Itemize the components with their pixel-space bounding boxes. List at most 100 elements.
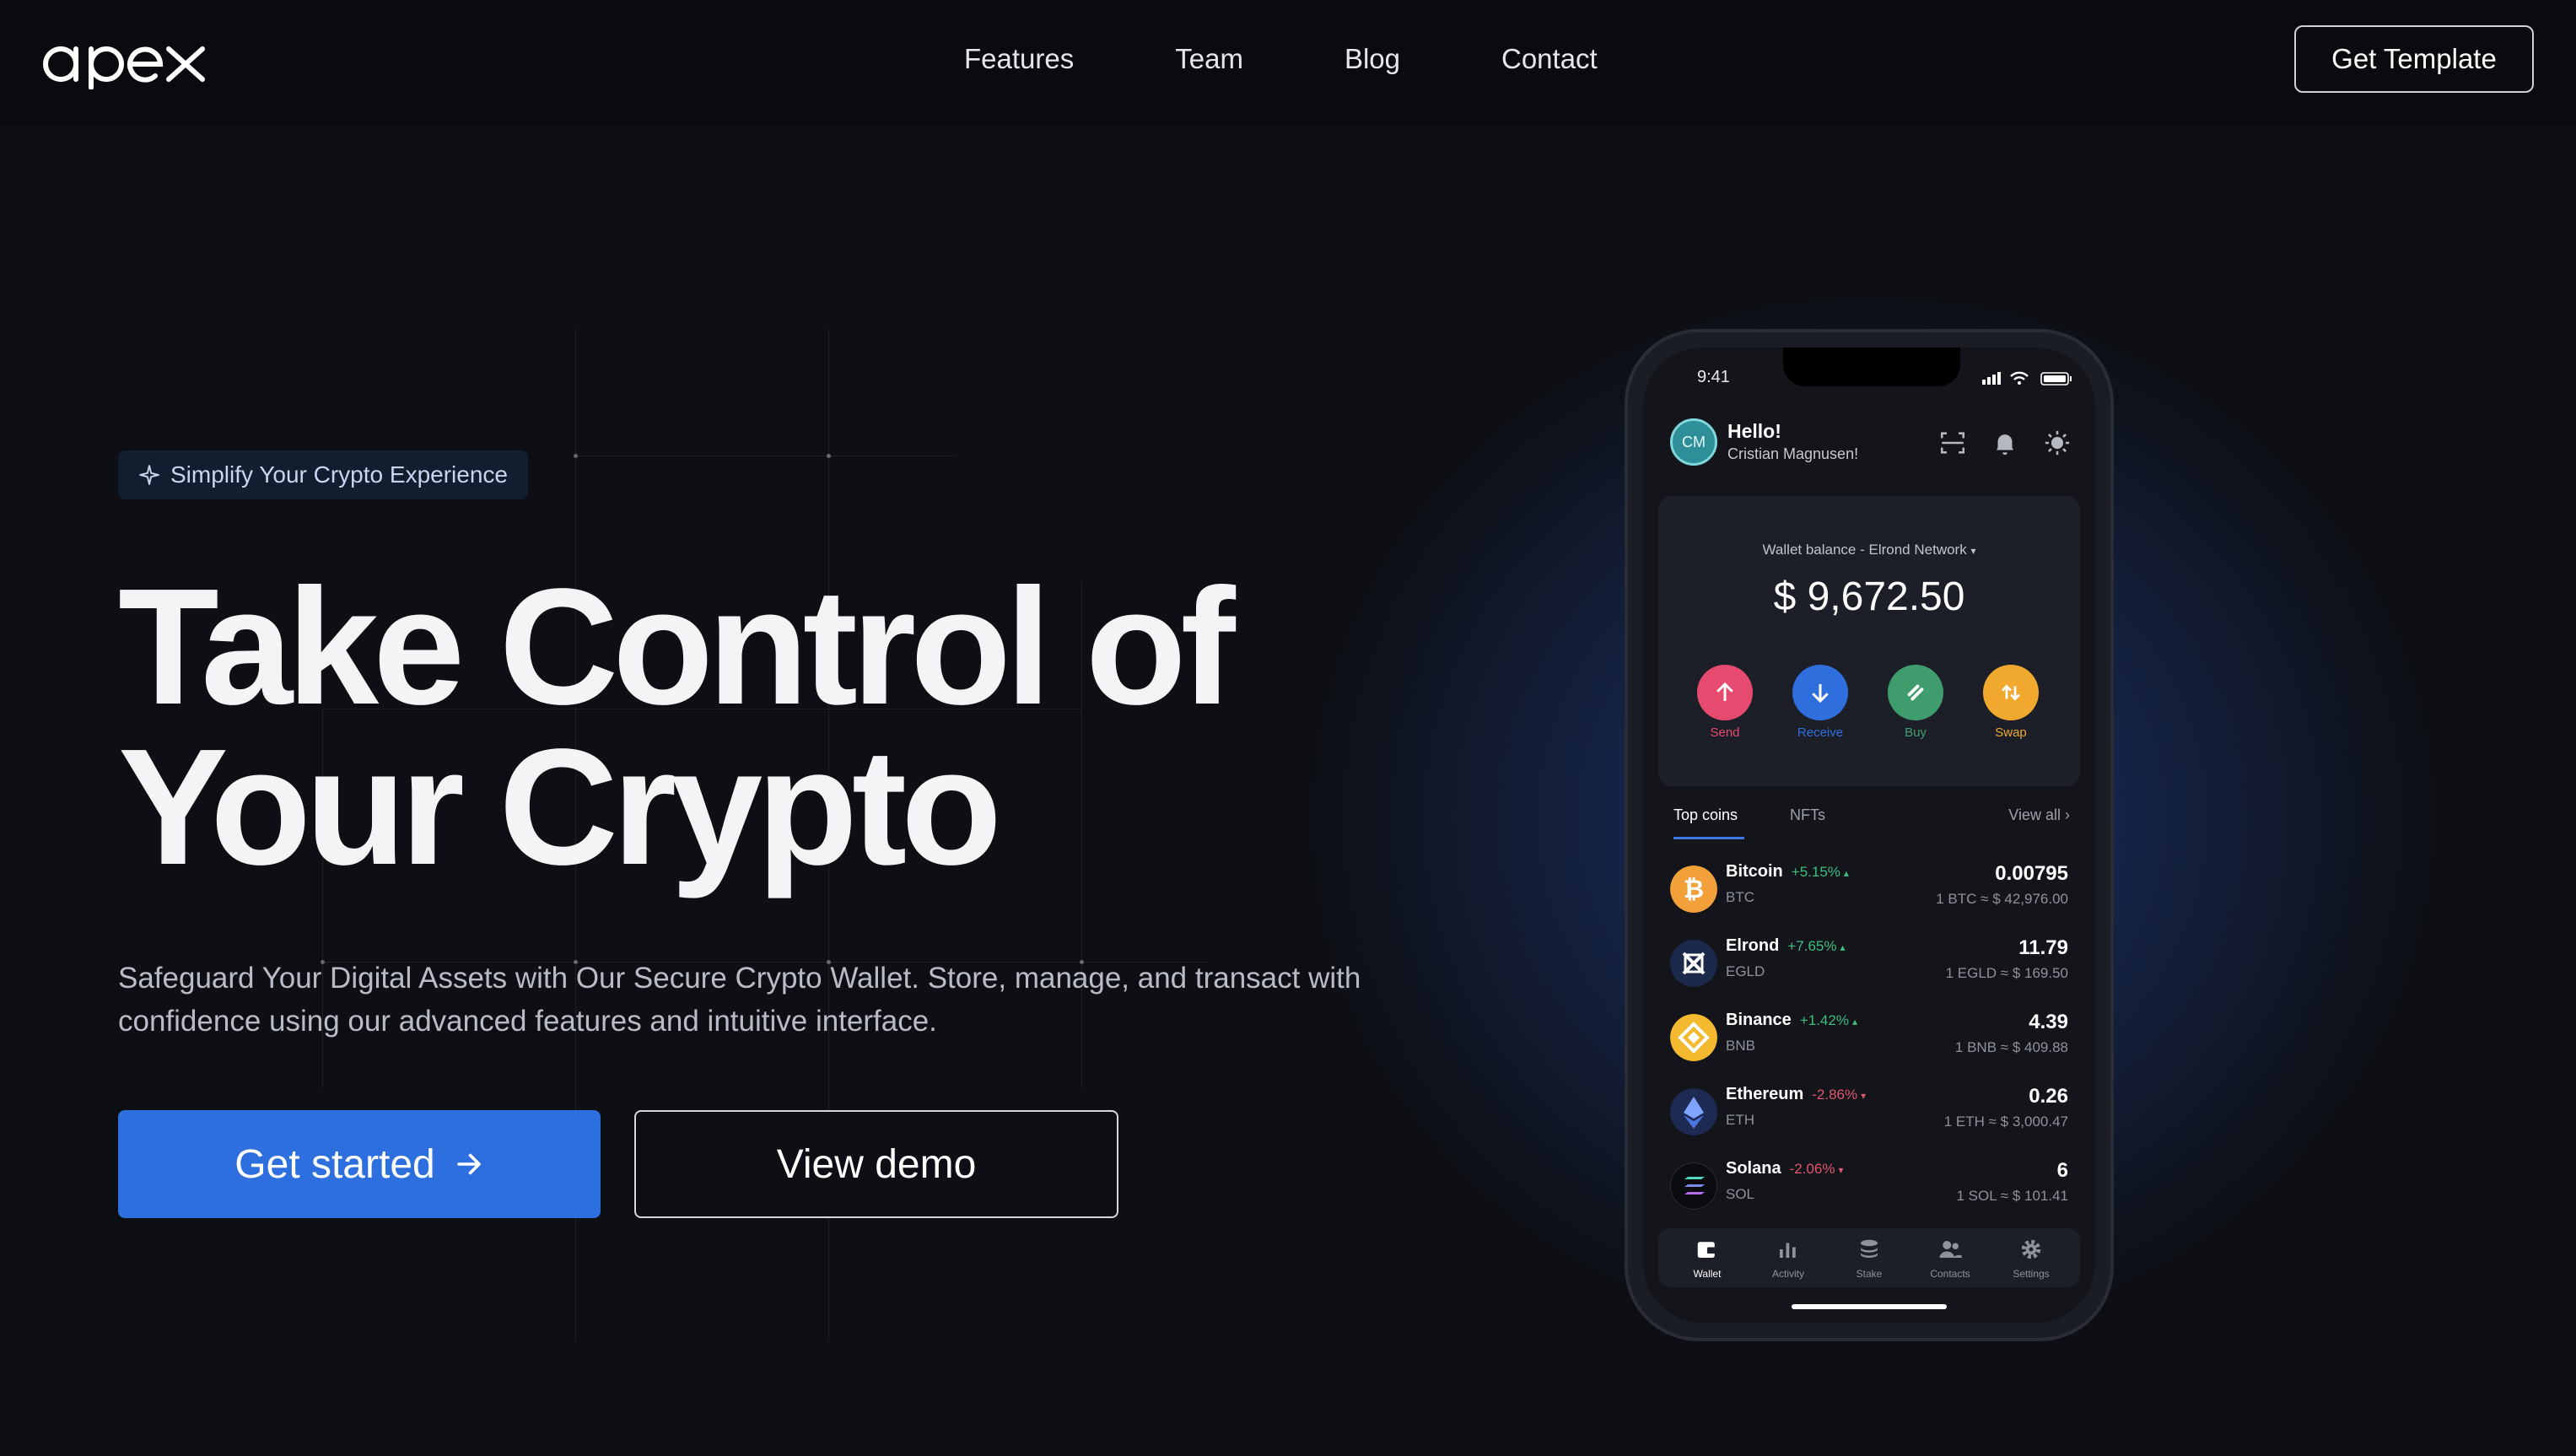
bottom-nav-label: Activity xyxy=(1771,1268,1804,1280)
card-icon xyxy=(1907,684,1924,701)
arrow-down-icon xyxy=(1812,684,1829,704)
bottom-nav-wallet[interactable]: Wallet xyxy=(1673,1237,1741,1280)
coin-conversion: 1 ETH ≈ $ 3,000.47 xyxy=(1943,1114,2068,1130)
send-circle xyxy=(1697,665,1753,720)
coin-tabs: Top coins NFTs View all › xyxy=(1673,806,2070,840)
phone-notch xyxy=(1783,348,1960,386)
bottom-nav-label: Stake xyxy=(1856,1268,1883,1280)
headline-line-2: Your Crypto xyxy=(118,715,1002,899)
hero-subtitle: Safeguard Your Digital Assets with Our S… xyxy=(118,962,1361,1038)
coin-symbol: SOL xyxy=(1726,1186,1755,1202)
badge-label: Simplify Your Crypto Experience xyxy=(170,461,508,488)
nav-links: Features Team Blog Contact xyxy=(964,40,1699,78)
solana-icon xyxy=(1670,1162,1717,1210)
greeting: Hello! xyxy=(1727,420,1781,442)
view-demo-label: View demo xyxy=(776,1141,977,1187)
balance-value: $ 9,672.50 xyxy=(1773,574,1965,619)
avatar[interactable]: CM xyxy=(1670,418,1717,466)
send-label: Send xyxy=(1710,725,1740,740)
balance-label[interactable]: Wallet balance - Elrond Network ▾ xyxy=(1658,542,2080,558)
receive-action[interactable]: Receive xyxy=(1791,665,1850,740)
database-icon xyxy=(1861,1239,1878,1258)
binance-icon xyxy=(1670,1014,1717,1061)
coin-change: +7.65% xyxy=(1787,938,1837,954)
get-template-button[interactable]: Get Template xyxy=(2294,25,2534,93)
tab-top-coins[interactable]: Top coins xyxy=(1673,806,1738,824)
coin-name: Binance +1.42% ▴ xyxy=(1726,1011,1857,1029)
coin-amount: 6 xyxy=(2056,1159,2068,1182)
home-indicator[interactable] xyxy=(1792,1304,1947,1309)
nav-link-contact[interactable]: Contact xyxy=(1501,40,1598,78)
coin-row-ethereum[interactable]: Ethereum -2.86% ▾ ETH 0.26 1 ETH ≈ $ 3,000… xyxy=(1670,1081,2068,1146)
buy-circle xyxy=(1888,665,1943,720)
view-demo-button[interactable]: View demo xyxy=(634,1110,1118,1218)
receive-label: Receive xyxy=(1797,725,1844,740)
elrond-icon xyxy=(1670,940,1717,987)
bottom-nav-label: Contacts xyxy=(1930,1268,1970,1280)
nav-link-team[interactable]: Team xyxy=(1175,40,1243,78)
coin-conversion: 1 SOL ≈ $ 101.41 xyxy=(1956,1188,2068,1204)
coin-row-solana[interactable]: Solana -2.06% ▾ SOL 6 1 SOL ≈ $ 101.41 xyxy=(1670,1156,2068,1220)
gear-icon xyxy=(2021,1239,2041,1259)
swap-action[interactable]: Swap xyxy=(1981,665,2040,740)
swap-circle xyxy=(1983,665,2039,720)
bottom-nav-settings[interactable]: Settings xyxy=(1997,1237,2065,1280)
tab-underline xyxy=(1673,837,1744,839)
hero-badge: Simplify Your Crypto Experience xyxy=(118,450,528,499)
caret-down-icon: ▾ xyxy=(1970,545,1976,557)
coin-amount: 0.00795 xyxy=(1995,862,2068,885)
balance-label-text: Wallet balance - Elrond Network xyxy=(1762,542,1967,558)
bottom-nav-activity[interactable]: Activity xyxy=(1754,1237,1822,1280)
nav-link-features[interactable]: Features xyxy=(964,40,1074,78)
ethereum-icon xyxy=(1670,1088,1717,1135)
bottom-nav-contacts[interactable]: Contacts xyxy=(1916,1237,1984,1280)
caret-down-icon: ▾ xyxy=(1861,1090,1867,1102)
coin-name: Ethereum -2.86% ▾ xyxy=(1726,1085,1867,1103)
caret-up-icon: ▴ xyxy=(1843,867,1849,879)
coin-change: -2.06% xyxy=(1789,1161,1835,1177)
status-bar-icons xyxy=(1982,371,2072,386)
tab-nfts[interactable]: NFTs xyxy=(1790,806,1825,824)
send-action[interactable]: Send xyxy=(1695,665,1754,740)
apex-logo[interactable] xyxy=(35,30,213,89)
coin-amount: 4.39 xyxy=(2029,1011,2068,1033)
wallet-icon xyxy=(1697,1242,1717,1258)
phone-mockup: 9:41 CM Hello! Cristian Magnusen! Wallet… xyxy=(1625,329,2114,1341)
coin-amount: 0.26 xyxy=(2029,1085,2068,1108)
coin-name: Solana -2.06% ▾ xyxy=(1726,1159,1844,1178)
coin-row-elrond[interactable]: Elrond +7.65% ▴ EGLD 11.79 1 EGLD ≈ $ 169.… xyxy=(1670,933,2068,997)
swap-label: Swap xyxy=(1995,725,2027,740)
receive-circle xyxy=(1792,665,1848,720)
coin-conversion: 1 EGLD ≈ $ 169.50 xyxy=(1945,965,2068,981)
top-navbar: Features Team Blog Contact Get Template xyxy=(0,0,2576,127)
chevron-right-icon: › xyxy=(2065,806,2070,823)
headline-line-1: Take Control of xyxy=(118,554,1236,739)
bell-icon[interactable] xyxy=(1991,429,2019,457)
caret-up-icon: ▴ xyxy=(1840,941,1846,953)
coin-symbol: BTC xyxy=(1726,889,1754,905)
bottom-nav-stake[interactable]: Stake xyxy=(1835,1237,1903,1280)
buy-action[interactable]: Buy xyxy=(1886,665,1945,740)
coin-row-binance[interactable]: Binance +1.42% ▴ BNB 4.39 1 BNB ≈ $ 409.88 xyxy=(1670,1007,2068,1071)
get-started-label: Get started xyxy=(234,1141,435,1187)
bar-chart-icon xyxy=(1780,1243,1796,1258)
nav-link-blog[interactable]: Blog xyxy=(1345,40,1400,78)
phone-screen: 9:41 CM Hello! Cristian Magnusen! Wallet… xyxy=(1643,348,2095,1323)
get-started-button[interactable]: Get started xyxy=(118,1110,601,1218)
scan-icon[interactable] xyxy=(1938,429,1967,457)
coin-change: -2.86% xyxy=(1812,1087,1858,1103)
coin-symbol: ETH xyxy=(1726,1112,1754,1128)
users-icon xyxy=(1939,1241,1962,1258)
view-all-link[interactable]: View all › xyxy=(2008,806,2070,824)
bottom-nav: Wallet Activity Stake Contacts Settings xyxy=(1658,1228,2080,1287)
caret-down-icon: ▾ xyxy=(1838,1164,1844,1176)
coin-change: +1.42% xyxy=(1799,1012,1849,1028)
sun-icon[interactable] xyxy=(2043,429,2072,457)
coin-symbol: EGLD xyxy=(1726,963,1765,979)
coin-name: Bitcoin +5.15% ▴ xyxy=(1726,862,1849,881)
buy-label: Buy xyxy=(1905,725,1927,740)
bitcoin-icon: ₿ xyxy=(1670,866,1717,913)
coin-row-bitcoin[interactable]: ₿ Bitcoin +5.15% ▴ BTC 0.00795 1 BTC ≈ $ 4… xyxy=(1670,859,2068,923)
coin-conversion: 1 BNB ≈ $ 409.88 xyxy=(1954,1039,2068,1055)
status-time: 9:41 xyxy=(1697,368,1730,386)
